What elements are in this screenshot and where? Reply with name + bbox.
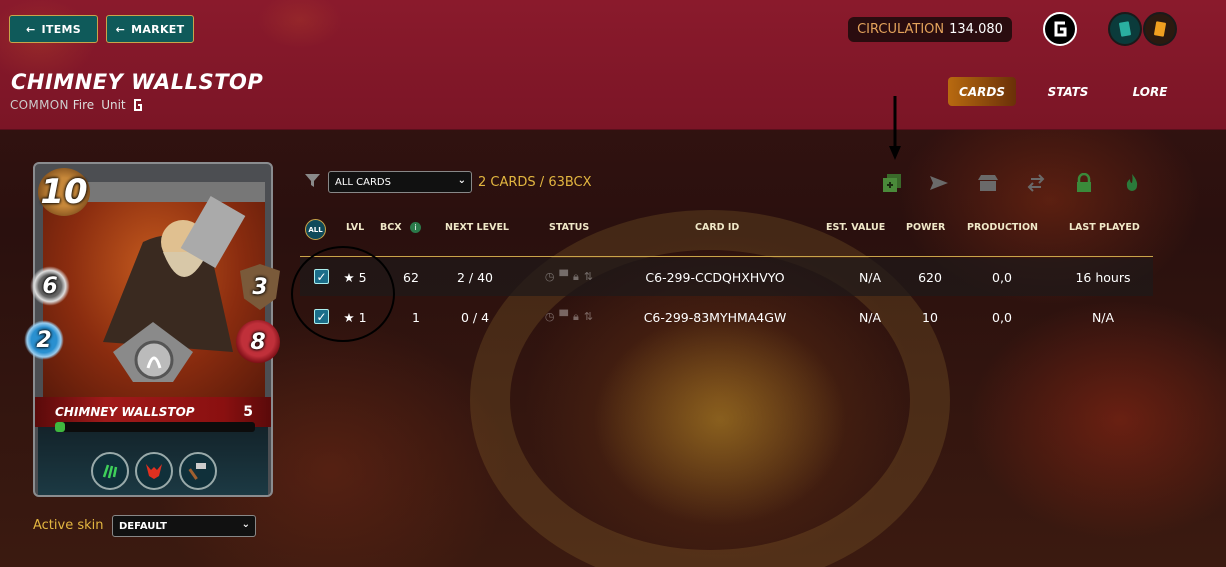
- melee-stat: 6: [30, 266, 70, 306]
- header-lvl: LVL: [346, 222, 365, 233]
- transfer-icon[interactable]: [928, 172, 950, 194]
- annotation-arrow: [888, 96, 902, 166]
- circulation-value: 134.080: [949, 22, 1003, 37]
- header-next-level: NEXT LEVEL: [445, 222, 509, 233]
- items-button[interactable]: ← ITEMS: [9, 15, 98, 43]
- market-button[interactable]: ← MARKET: [106, 15, 194, 43]
- gold-cards-icon[interactable]: [1143, 12, 1177, 46]
- cell-card-id: C6-299-CCDQHXHVYO: [645, 269, 785, 285]
- tab-stats[interactable]: STATS: [1036, 77, 1100, 106]
- card-art: [43, 182, 265, 397]
- circulation-badge: CIRCULATION 134.080: [848, 17, 1012, 42]
- hammer-ability-icon[interactable]: [179, 452, 217, 490]
- select-all-toggle[interactable]: ALL: [305, 219, 326, 240]
- edition-g-icon: [133, 99, 142, 111]
- cell-last-played: 16 hours: [1075, 269, 1131, 285]
- header-power: POWER: [906, 222, 946, 233]
- skin-select[interactable]: DEFAULT ⌄: [112, 515, 256, 537]
- arrow-left-icon: ←: [25, 22, 36, 36]
- dwarf-character-illustration: [43, 182, 265, 382]
- cell-next-level: 2 / 40: [456, 269, 494, 285]
- card-xp-fill: [55, 422, 65, 432]
- cell-production: 0,0: [992, 309, 1012, 325]
- claw-ability-icon[interactable]: [91, 452, 129, 490]
- header-card-id: CARD ID: [695, 222, 740, 233]
- header-bcx: BCX: [380, 222, 402, 233]
- cell-production: 0,0: [992, 269, 1012, 285]
- annotation-circle: [291, 246, 395, 342]
- header-status: STATUS: [549, 222, 590, 233]
- cell-status: ◷ ▀ 🔒︎ ⇅: [533, 258, 605, 296]
- chevron-down-icon: ⌄: [457, 175, 466, 186]
- table-row[interactable]: ✓ ★ 1 1 0 / 4 ◷ ▀ 🔒︎ ⇅ C6-299-83MYHMA4GW…: [300, 298, 1153, 336]
- mana-stat: 10: [38, 168, 90, 216]
- header-est-value: EST. VALUE: [826, 222, 886, 233]
- health-stat: 8: [236, 320, 280, 364]
- header-last-played: LAST PLAYED: [1069, 222, 1140, 233]
- speed-stat: 2: [24, 320, 64, 360]
- tab-cards[interactable]: CARDS: [948, 77, 1016, 106]
- demon-ability-icon[interactable]: [135, 452, 173, 490]
- table-row[interactable]: ✓ ★ 5 62 2 / 40 ◷ ▀ 🔒︎ ⇅ C6-299-CCDQHXHV…: [300, 258, 1153, 296]
- chevron-down-icon: ⌄: [241, 519, 250, 530]
- rarity-label: COMMON: [10, 98, 69, 112]
- regular-cards-icon[interactable]: [1108, 12, 1142, 46]
- cell-est-value: N/A: [858, 269, 882, 285]
- arrow-left-icon: ←: [115, 22, 126, 36]
- cell-card-id: C6-299-83MYHMA4GW: [643, 309, 787, 325]
- card-xp-bar: [55, 422, 255, 432]
- page-title: CHIMNEY WALLSTOP: [11, 70, 264, 94]
- cell-status: ◷ ▀ 🔒︎ ⇅: [533, 298, 605, 336]
- lock-icon: 🔒︎: [573, 270, 579, 283]
- gold-foil-toggle-icon[interactable]: [1043, 12, 1077, 46]
- sell-market-icon[interactable]: [977, 172, 999, 194]
- cell-last-played: N/A: [1091, 309, 1115, 325]
- tab-lore[interactable]: LORE: [1120, 77, 1180, 106]
- card-filter-select[interactable]: ALL CARDS ⌄: [328, 171, 472, 193]
- burn-icon[interactable]: [1121, 172, 1143, 194]
- cell-bcx: 62: [403, 269, 419, 285]
- filter-icon[interactable]: [304, 172, 321, 193]
- market-icon: ▀: [559, 270, 568, 283]
- cell-next-level: 0 / 4: [460, 309, 490, 325]
- card-count: 2 CARDS / 63BCX: [478, 175, 592, 190]
- card-subtitle: COMMON Fire Unit: [10, 98, 142, 112]
- clock-icon: ◷: [544, 270, 555, 283]
- lock-icon[interactable]: [1073, 172, 1095, 194]
- table-header-divider: [300, 256, 1153, 257]
- header-production: PRODUCTION: [967, 222, 1038, 233]
- circulation-label: CIRCULATION: [857, 22, 945, 37]
- info-icon[interactable]: i: [410, 222, 421, 233]
- cell-bcx: 1: [412, 309, 420, 325]
- combine-icon[interactable]: [881, 172, 903, 194]
- rent-icon: ⇅: [583, 310, 594, 323]
- market-icon: ▀: [559, 310, 568, 323]
- cell-est-value: N/A: [858, 309, 882, 325]
- card-level: 5: [243, 404, 253, 420]
- lock-icon: 🔒︎: [573, 310, 579, 323]
- cell-power: 620: [918, 269, 942, 285]
- element-label: Fire: [72, 98, 95, 112]
- rent-icon[interactable]: [1025, 172, 1047, 194]
- clock-icon: ◷: [544, 310, 555, 323]
- rent-icon: ⇅: [583, 270, 594, 283]
- type-label: Unit: [101, 98, 126, 112]
- cell-power: 10: [922, 309, 938, 325]
- active-skin-label: Active skin: [33, 518, 104, 533]
